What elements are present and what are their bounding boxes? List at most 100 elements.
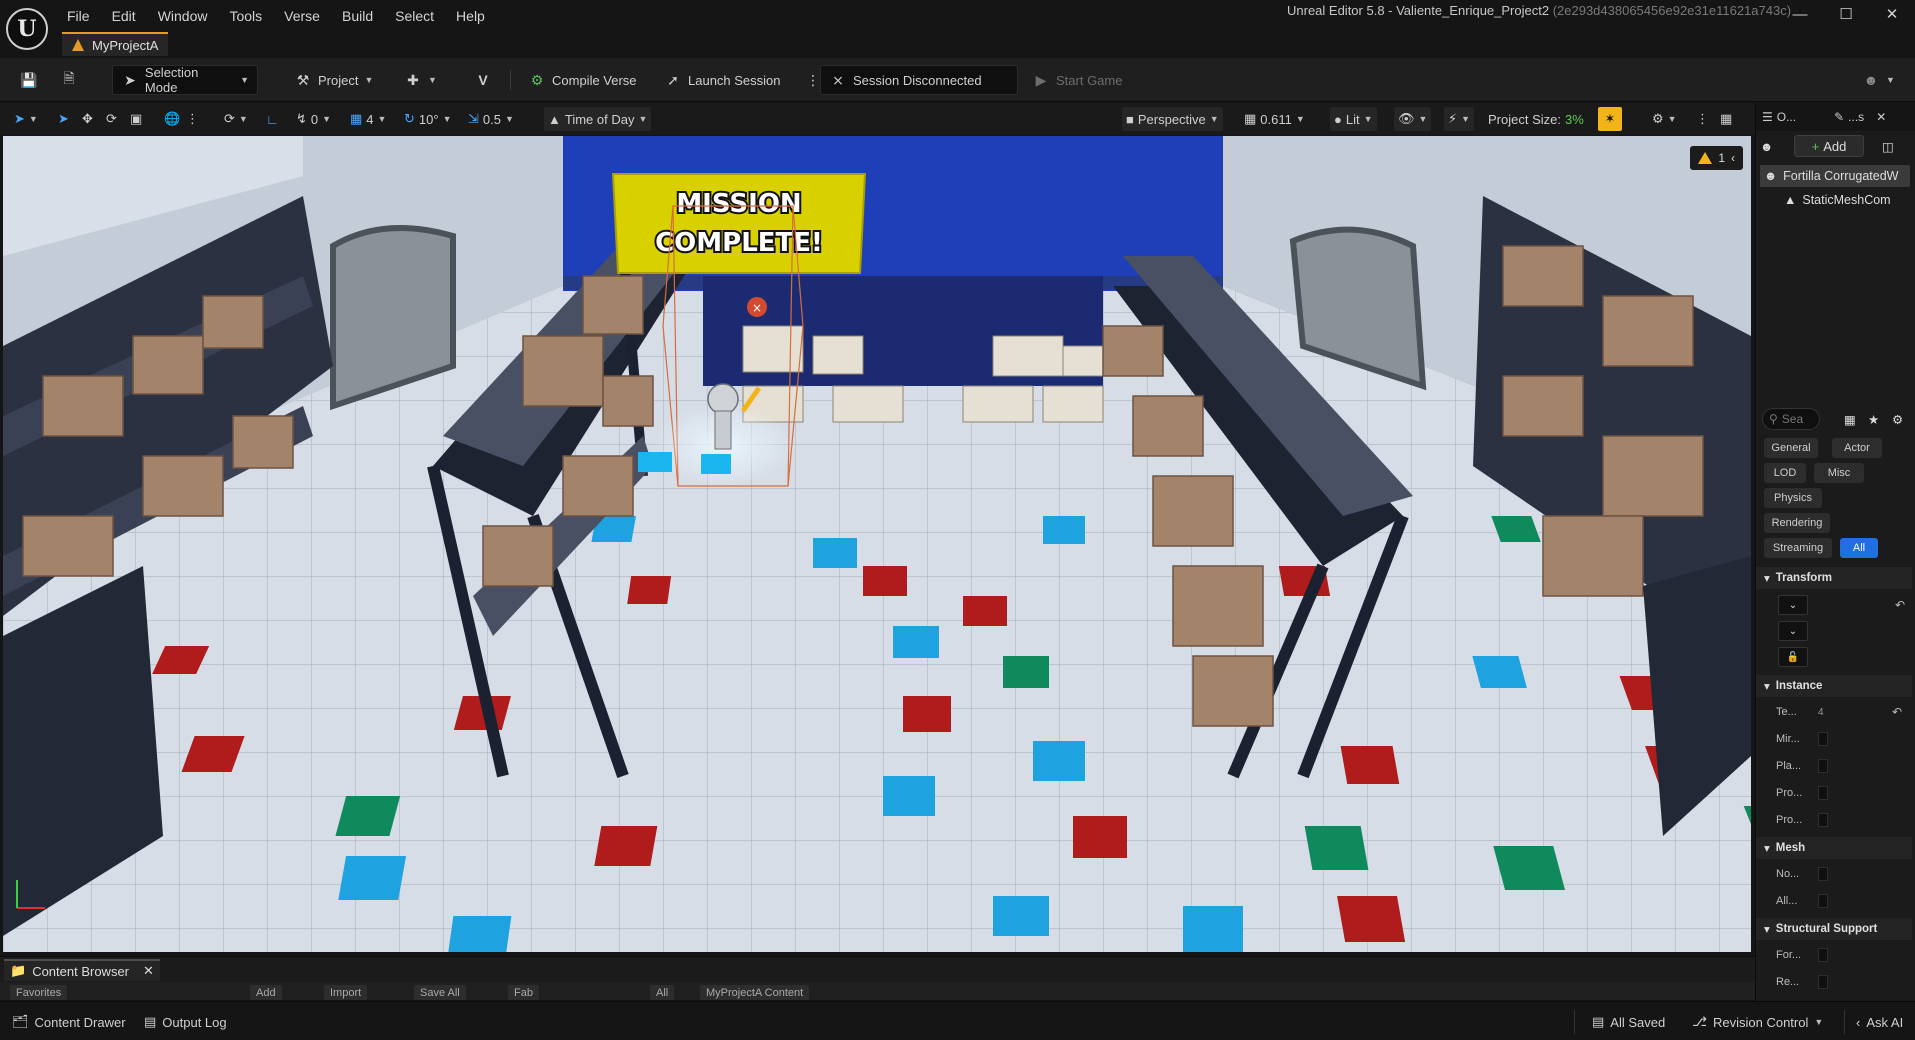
prop-row[interactable]: Re... xyxy=(1756,971,1912,993)
close-icon[interactable]: ✕ xyxy=(143,963,154,979)
grid-snap-button[interactable]: ▦ 4 ▼ xyxy=(346,107,390,131)
section-structural-support[interactable]: ▾ Structural Support xyxy=(1756,918,1912,940)
save-icon[interactable]: 💾 xyxy=(12,65,46,95)
menu-help[interactable]: Help xyxy=(445,5,496,27)
prop-row[interactable]: For... xyxy=(1756,944,1912,966)
reset-icon[interactable]: ↶ xyxy=(1892,705,1902,719)
prop-value-field[interactable] xyxy=(1818,894,1828,908)
settings-icon[interactable]: ⚙ ▼ xyxy=(1648,107,1681,131)
level-viewport[interactable]: MISSION COMPLETE! × 1 ‹ xyxy=(3,136,1751,952)
prop-row[interactable]: Pro... xyxy=(1756,809,1912,831)
scale-snap-button[interactable]: ⇲ 0.5 ▼ xyxy=(464,107,518,131)
menu-file[interactable]: File xyxy=(56,5,101,27)
start-game-button[interactable]: ▶ Start Game xyxy=(1024,65,1130,95)
select-tool-icon[interactable]: ➤ xyxy=(54,107,73,131)
menu-select[interactable]: Select xyxy=(384,5,445,27)
maximize-button[interactable]: ☐ xyxy=(1823,0,1869,28)
more-icon[interactable]: ⋮ xyxy=(182,107,203,131)
content-browser-tab[interactable]: 📁 Content Browser ✕ xyxy=(4,959,160,981)
prop-row[interactable]: Mir... xyxy=(1756,728,1912,750)
minimize-button[interactable]: — xyxy=(1777,0,1823,28)
cb-save-all-button[interactable]: Save All xyxy=(414,985,466,1000)
transform-menu[interactable]: ➤ ▼ xyxy=(10,107,42,131)
close-button[interactable]: ✕ xyxy=(1869,0,1915,28)
selection-mode-button[interactable]: ➤ Selection Mode ▼ xyxy=(112,65,258,95)
prop-value-field[interactable] xyxy=(1818,867,1828,881)
launch-session-button[interactable]: ➚ Launch Session xyxy=(656,65,789,95)
filter-lod[interactable]: LOD xyxy=(1764,463,1806,483)
cb-add-button[interactable]: Add xyxy=(250,985,282,1000)
scale-tool-icon[interactable]: ▣ xyxy=(126,107,146,131)
viewport-more-icon[interactable]: ⋮ xyxy=(1692,107,1713,131)
show-flags-button[interactable]: 👁 ▼ xyxy=(1394,107,1432,131)
document-tab[interactable]: MyProjectA xyxy=(62,32,169,56)
project-button[interactable]: ⚒ Project ▼ xyxy=(286,65,381,95)
tab-outliner[interactable]: ☰ O... xyxy=(1756,110,1802,124)
cb-path-all[interactable]: All xyxy=(650,985,675,1000)
cb-path-content[interactable]: MyProjectA Content xyxy=(700,985,810,1000)
menu-window[interactable]: Window xyxy=(147,5,219,27)
menu-build[interactable]: Build xyxy=(331,5,384,27)
all-saved-button[interactable]: ▤ All Saved xyxy=(1584,1010,1673,1034)
prop-row[interactable]: Te... 4 ↶ xyxy=(1756,701,1912,723)
rotate-tool-icon[interactable]: ⟳ xyxy=(102,107,121,131)
prop-value-field[interactable] xyxy=(1818,948,1828,962)
performance-button[interactable]: ⚡ ▼ xyxy=(1444,107,1475,131)
view-mode-button[interactable]: ● Lit ▼ xyxy=(1330,107,1377,131)
prop-row[interactable]: No... xyxy=(1756,863,1912,885)
layout-icon[interactable]: ▦ xyxy=(1716,107,1736,131)
scale-lock-icon[interactable]: 🔓 xyxy=(1778,647,1808,667)
reset-icon[interactable]: ↶ xyxy=(1895,598,1905,612)
add-actor-button[interactable]: ✚ ▼ xyxy=(396,65,445,95)
prop-value-field[interactable] xyxy=(1818,759,1828,773)
rotation-mode-dropdown[interactable]: ⌄ xyxy=(1778,621,1808,641)
close-icon[interactable]: ✕ xyxy=(1870,110,1892,124)
section-instance[interactable]: ▾ Instance xyxy=(1756,675,1912,697)
favorites-toggle[interactable]: Favorites xyxy=(10,985,68,1000)
session-status[interactable]: ⨯ Session Disconnected xyxy=(820,65,1018,95)
world-local-icon[interactable]: 🌐 xyxy=(160,107,184,131)
filter-physics[interactable]: Physics xyxy=(1764,488,1822,508)
unreal-logo[interactable]: U xyxy=(6,8,48,50)
camera-speed-button[interactable]: ▦ 0.611 ▼ xyxy=(1240,107,1309,131)
filter-rendering[interactable]: Rendering xyxy=(1764,513,1830,533)
perspective-button[interactable]: ■ Perspective ▼ xyxy=(1122,107,1223,131)
output-log-button[interactable]: ▤ Output Log xyxy=(136,1010,235,1034)
content-drawer-button[interactable]: 🗂 Content Drawer xyxy=(4,1010,134,1034)
star-icon[interactable]: ★ xyxy=(1868,408,1879,430)
menu-tools[interactable]: Tools xyxy=(218,5,273,27)
realtime-icon[interactable]: ✶ xyxy=(1598,107,1622,131)
filter-all[interactable]: All xyxy=(1840,538,1878,558)
align-icon[interactable]: ∟ xyxy=(262,107,283,131)
browse-icon[interactable]: 🗎 xyxy=(52,65,86,95)
location-mode-dropdown[interactable]: ⌄ xyxy=(1778,595,1808,615)
surface-snap-button[interactable]: ⟳ ▼ xyxy=(220,107,252,131)
collaborators-icon[interactable]: ☻ ▼ xyxy=(1854,65,1903,95)
filter-actor[interactable]: Actor xyxy=(1832,438,1882,458)
warning-badge[interactable]: 1 ‹ xyxy=(1690,146,1743,170)
gear-icon[interactable]: ⚙ xyxy=(1892,408,1903,430)
prop-row[interactable]: All... xyxy=(1756,890,1912,912)
details-search-input[interactable]: ⚲ Sea xyxy=(1762,408,1820,430)
filter-streaming[interactable]: Streaming xyxy=(1764,538,1832,558)
revision-control-button[interactable]: ⎇ Revision Control ▼ xyxy=(1684,1010,1831,1034)
time-of-day-button[interactable]: ▲ Time of Day ▼ xyxy=(544,107,652,131)
compile-verse-button[interactable]: ⚙ Compile Verse xyxy=(520,65,645,95)
prop-value-field[interactable] xyxy=(1818,813,1828,827)
verse-icon[interactable]: V xyxy=(466,65,500,95)
angle-snap-button[interactable]: ↻ 10° ▼ xyxy=(400,107,456,131)
component-row-mesh[interactable]: ▲ StaticMeshCom xyxy=(1784,189,1891,211)
cb-fab-button[interactable]: Fab xyxy=(508,985,539,1000)
rotate-snap-button[interactable]: ↯ 0 ▼ xyxy=(292,107,335,131)
section-mesh[interactable]: ▾ Mesh xyxy=(1756,837,1912,859)
move-tool-icon[interactable]: ✥ xyxy=(78,107,97,131)
filter-misc[interactable]: Misc xyxy=(1814,463,1864,483)
section-transform[interactable]: ▾ Transform xyxy=(1756,567,1912,589)
cb-import-button[interactable]: Import xyxy=(324,985,368,1000)
menu-edit[interactable]: Edit xyxy=(101,5,147,27)
prop-value-field[interactable] xyxy=(1818,786,1828,800)
prop-value-field[interactable] xyxy=(1818,975,1828,989)
prop-row[interactable]: Pro... xyxy=(1756,782,1912,804)
prop-row[interactable]: Pla... xyxy=(1756,755,1912,777)
add-component-button[interactable]: + Add xyxy=(1794,135,1864,157)
